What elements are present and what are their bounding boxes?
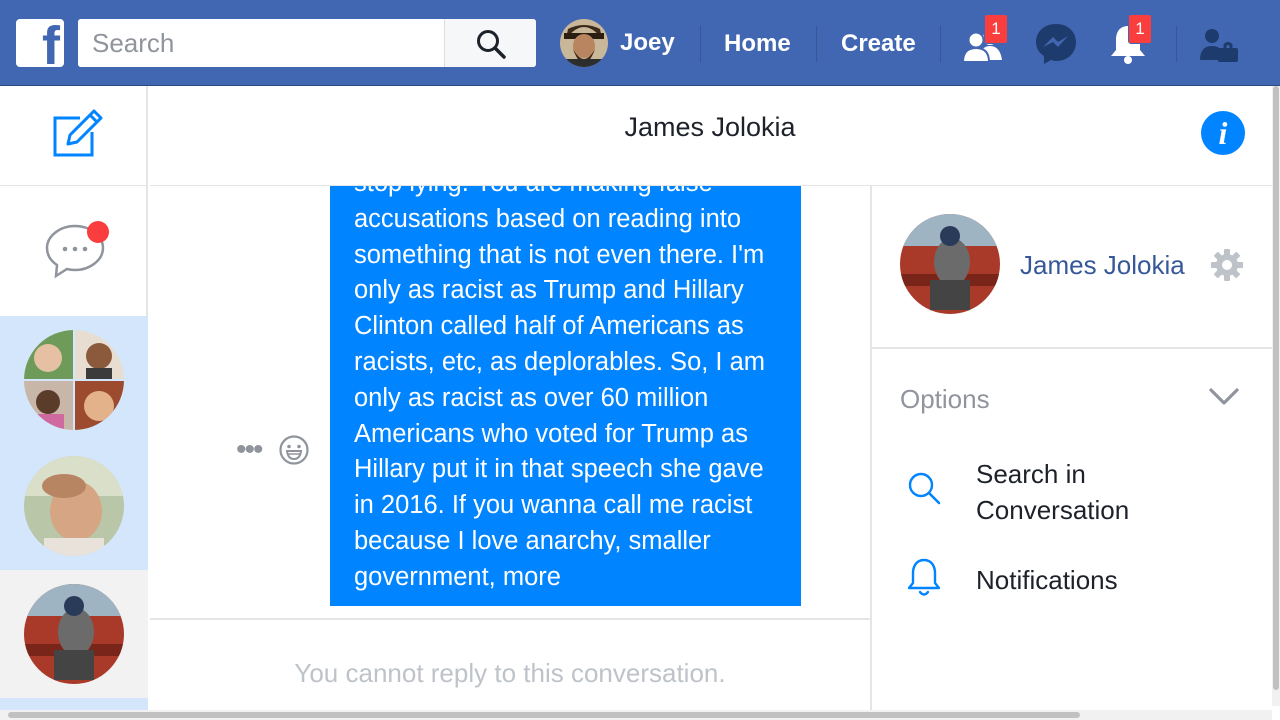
contact-avatar xyxy=(24,584,124,684)
notifications-badge: 1 xyxy=(1128,14,1152,44)
search-bar xyxy=(78,19,536,67)
search-icon xyxy=(477,30,506,59)
nav-divider xyxy=(700,26,701,62)
options-header[interactable]: Options xyxy=(900,384,990,415)
messenger-button[interactable] xyxy=(1032,20,1080,68)
conversation-title: James Jolokia xyxy=(624,112,796,142)
more-options-icon[interactable]: ••• xyxy=(236,435,263,465)
nav-divider xyxy=(816,26,817,62)
messenger-icon xyxy=(1036,24,1076,64)
search-input[interactable] xyxy=(78,19,446,67)
conversation-item-group[interactable] xyxy=(0,316,148,444)
friend-requests-badge: 1 xyxy=(984,14,1008,44)
conversation-details-panel: James Jolokia Options Search in Conversa… xyxy=(870,186,1272,720)
friend-requests-button[interactable]: 1 xyxy=(960,14,1008,68)
conversation-item-james-jolokia[interactable] xyxy=(0,570,148,698)
emoji-react-icon[interactable] xyxy=(278,434,310,466)
contact-profile-avatar[interactable] xyxy=(900,214,1000,314)
contact-name-link[interactable]: James Jolokia xyxy=(1020,250,1192,281)
conversation-header: James Jolokia i xyxy=(150,86,1272,186)
vertical-scrollbar[interactable] xyxy=(1272,86,1280,706)
gear-icon[interactable] xyxy=(1210,248,1244,282)
facebook-logo-icon[interactable]: f xyxy=(16,19,64,73)
group-avatar xyxy=(24,330,124,430)
info-icon: i xyxy=(1218,115,1228,151)
search-in-conversation-option[interactable]: Search in Conversation xyxy=(976,456,1176,528)
message-bubble[interactable]: stop lying. You are making false accusat… xyxy=(330,186,801,606)
nav-divider xyxy=(940,26,941,62)
bell-icon xyxy=(907,558,941,596)
compose-icon xyxy=(53,109,103,157)
horizontal-scrollbar[interactable] xyxy=(0,710,1272,720)
info-button[interactable]: i xyxy=(1201,111,1245,155)
user-avatar xyxy=(560,19,608,67)
conversation-item[interactable] xyxy=(0,442,148,570)
contact-avatar xyxy=(24,456,124,556)
search-icon xyxy=(908,472,941,505)
notifications-option[interactable]: Notifications xyxy=(976,562,1118,598)
search-button[interactable] xyxy=(444,19,536,67)
new-message-button[interactable] xyxy=(0,86,148,186)
message-thread[interactable]: ••• stop lying. You are making false acc… xyxy=(150,186,870,618)
conversation-list-sidebar xyxy=(0,86,148,720)
account-switch-button[interactable] xyxy=(1196,20,1244,68)
home-link[interactable]: Home xyxy=(724,30,791,58)
chevron-down-icon[interactable] xyxy=(1208,386,1240,408)
cannot-reply-notice: You cannot reply to this conversation. xyxy=(294,658,726,688)
composer-area: You cannot reply to this conversation. xyxy=(150,618,870,714)
chat-bubble-icon xyxy=(45,221,109,279)
nav-divider xyxy=(1176,26,1177,62)
message-requests-button[interactable] xyxy=(0,186,148,316)
notifications-button[interactable]: 1 xyxy=(1104,14,1152,68)
top-navigation-bar: f Joey Home Create xyxy=(0,0,1280,86)
user-name-link: Joey xyxy=(620,29,675,56)
create-link[interactable]: Create xyxy=(841,30,916,58)
vertical-scrollbar-thumb[interactable] xyxy=(1273,86,1279,690)
horizontal-scrollbar-thumb[interactable] xyxy=(8,712,1080,718)
account-switch-icon xyxy=(1200,29,1238,62)
unread-dot xyxy=(87,221,109,243)
profile-link[interactable]: Joey xyxy=(560,19,675,67)
panel-divider xyxy=(872,347,1272,349)
